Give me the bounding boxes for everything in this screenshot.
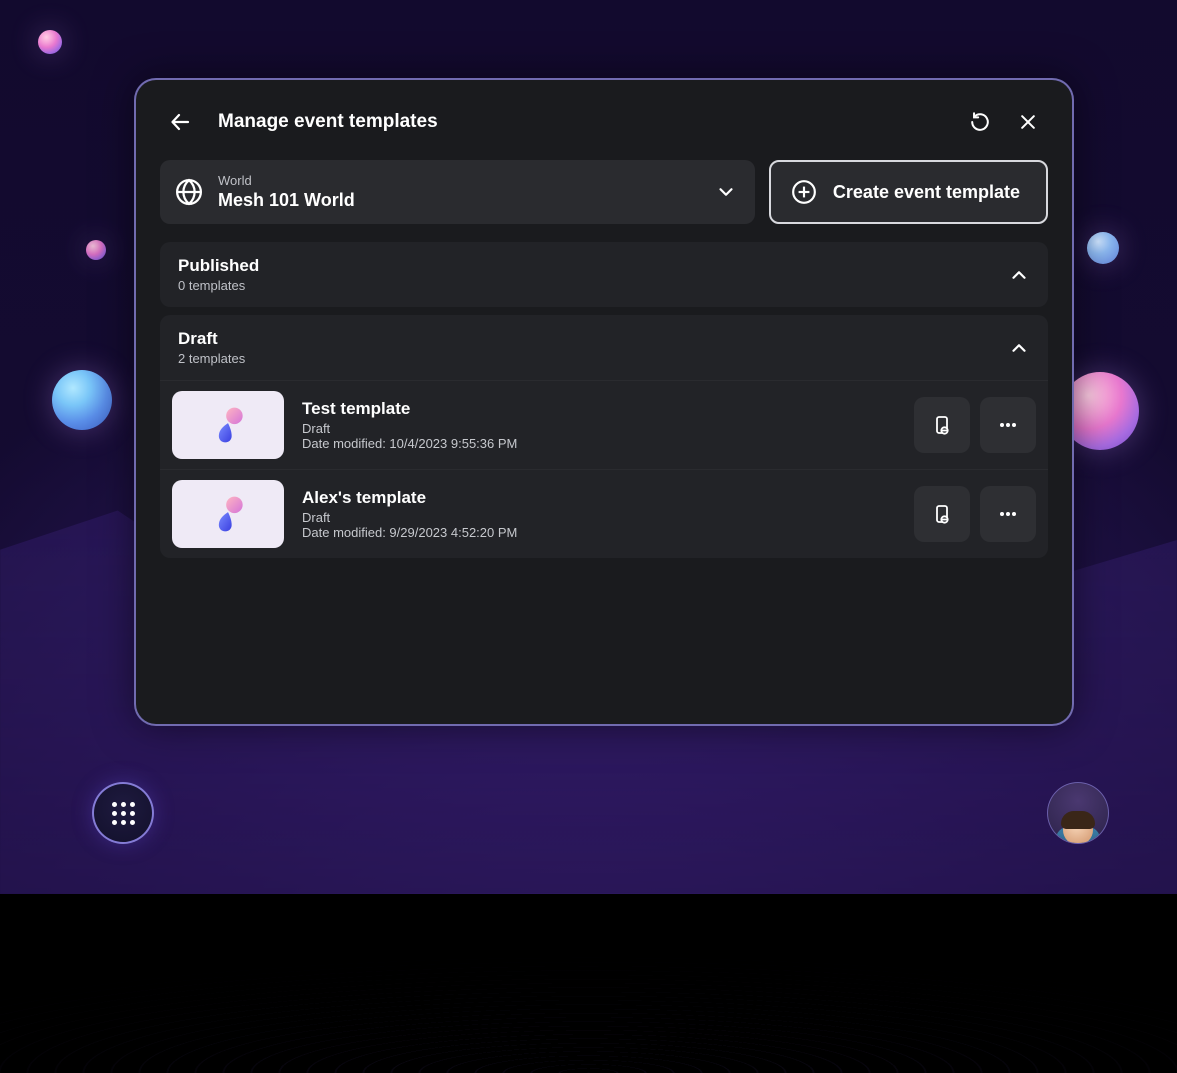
world-selector-text: World Mesh 101 World [218,173,701,211]
section-subtitle: 0 templates [178,278,1008,293]
door-exit-icon [930,502,954,526]
template-text: Test template Draft Date modified: 10/4/… [302,399,896,451]
close-icon [1018,112,1038,132]
template-thumbnail [172,480,284,548]
section-draft-header[interactable]: Draft 2 templates [160,315,1048,380]
avatar-hair [1061,811,1095,829]
refresh-button[interactable] [960,102,1000,142]
template-more-button[interactable] [980,397,1036,453]
arrow-left-icon [168,110,192,134]
chevron-down-icon [715,181,737,203]
section-published-header[interactable]: Published 0 templates [160,242,1048,307]
avatar-button[interactable] [1047,782,1109,844]
create-event-template-button[interactable]: Create event template [769,160,1048,224]
template-status: Draft [302,421,896,436]
more-horizontal-icon [996,413,1020,437]
template-actions [914,397,1036,453]
section-draft: Draft 2 templates Test template Draft [160,315,1048,558]
template-item[interactable]: Alex's template Draft Date modified: 9/2… [160,469,1048,558]
decor-sphere [86,240,106,260]
template-thumbnail [172,391,284,459]
app-menu-button[interactable] [92,782,154,844]
world-selector-label: World [218,173,701,189]
template-action-button[interactable] [914,486,970,542]
template-status: Draft [302,510,896,525]
section-published: Published 0 templates [160,242,1048,307]
template-item[interactable]: Test template Draft Date modified: 10/4/… [160,380,1048,469]
chevron-up-icon [1008,337,1030,359]
window-title: Manage event templates [218,111,942,133]
template-text: Alex's template Draft Date modified: 9/2… [302,488,896,540]
decor-sphere [38,30,62,54]
section-header-text: Published 0 templates [178,256,1008,293]
manage-templates-window: Manage event templates World Mesh 101 Wo… [134,78,1074,726]
template-date-modified: Date modified: 9/29/2023 4:52:20 PM [302,525,896,540]
close-button[interactable] [1008,102,1048,142]
template-actions [914,486,1036,542]
decor-sphere [1087,232,1119,264]
section-subtitle: 2 templates [178,351,1008,366]
mesh-logo-icon [206,403,250,447]
grid-icon [112,802,135,825]
toolbar: World Mesh 101 World Create event templa… [160,160,1048,224]
template-action-button[interactable] [914,397,970,453]
window-header: Manage event templates [160,102,1048,142]
world-selector-value: Mesh 101 World [218,189,701,212]
plus-circle-icon [791,179,817,205]
section-title: Published [178,256,1008,276]
back-button[interactable] [160,102,200,142]
template-date-modified: Date modified: 10/4/2023 9:55:36 PM [302,436,896,451]
mesh-logo-icon [206,492,250,536]
create-button-label: Create event template [833,182,1020,203]
more-horizontal-icon [996,502,1020,526]
chevron-up-icon [1008,264,1030,286]
world-selector[interactable]: World Mesh 101 World [160,160,755,224]
globe-icon [174,177,204,207]
refresh-icon [969,111,991,133]
template-more-button[interactable] [980,486,1036,542]
template-title: Alex's template [302,488,896,508]
header-actions [960,102,1048,142]
section-header-text: Draft 2 templates [178,329,1008,366]
decor-sphere [52,370,112,430]
avatar-head [1063,815,1093,844]
section-title: Draft [178,329,1008,349]
door-exit-icon [930,413,954,437]
template-title: Test template [302,399,896,419]
